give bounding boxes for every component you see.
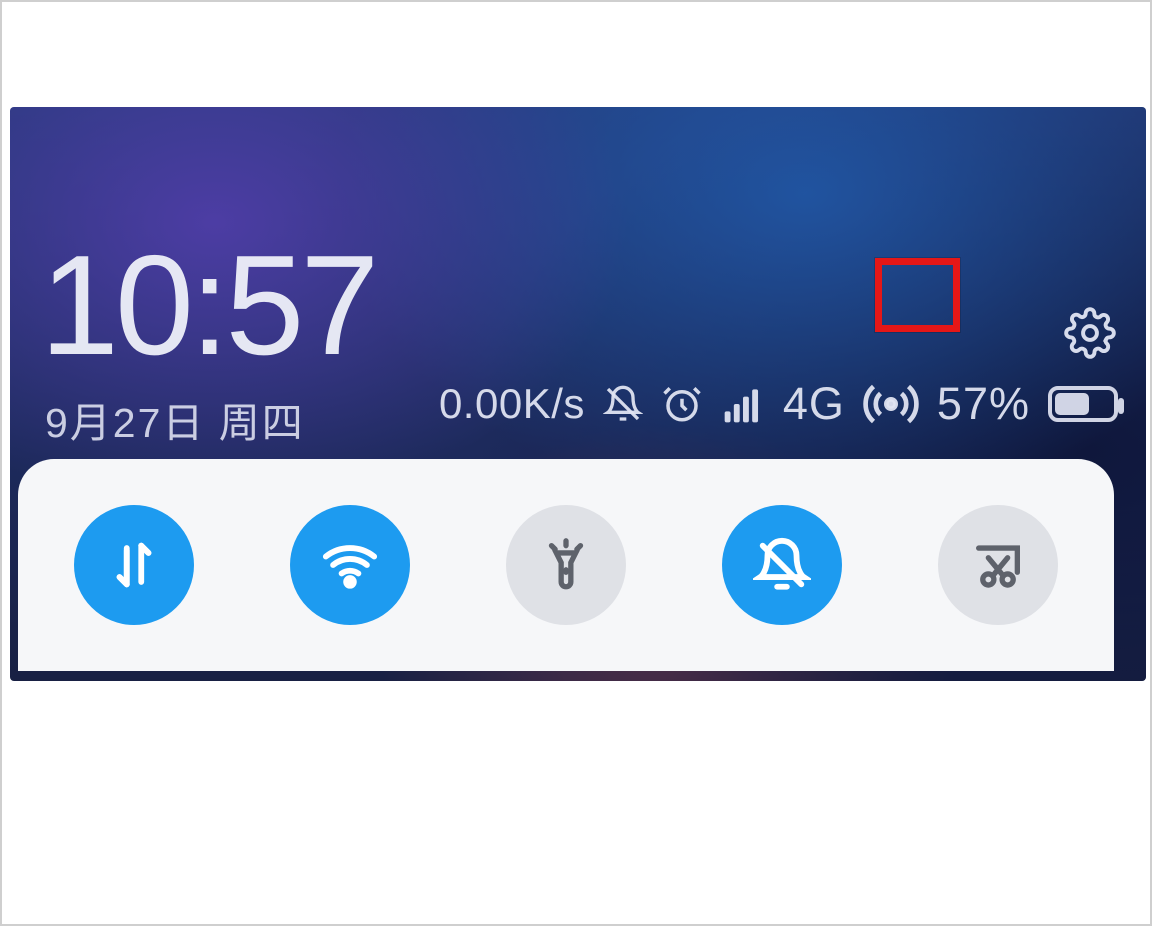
clock-time: 10:57	[40, 235, 375, 377]
screenshot-frame: 10:57 9月27日 周四 0.00K/s	[0, 0, 1152, 926]
scissors-crop-icon	[969, 536, 1027, 594]
quick-settings-panel	[18, 459, 1114, 671]
settings-button[interactable]	[1064, 307, 1116, 364]
gear-icon	[1064, 307, 1116, 359]
bell-slash-icon	[753, 536, 811, 594]
data-arrows-icon	[105, 536, 163, 594]
hotspot-icon	[863, 376, 919, 432]
network-label: 4G	[783, 378, 845, 430]
toggle-flashlight[interactable]	[506, 505, 626, 625]
cellular-signal-icon	[721, 382, 765, 426]
net-speed: 0.00K/s	[439, 380, 585, 428]
annotation-highlight-box	[875, 258, 960, 332]
toggle-screenshot[interactable]	[938, 505, 1058, 625]
battery-percent: 57%	[937, 378, 1030, 430]
clock-date: 9月27日 周四	[45, 389, 305, 449]
toggle-mobile-data[interactable]	[74, 505, 194, 625]
battery-icon	[1048, 386, 1118, 422]
wifi-icon	[321, 536, 379, 594]
flashlight-icon	[537, 536, 595, 594]
mute-icon	[603, 384, 643, 424]
toggle-do-not-disturb[interactable]	[722, 505, 842, 625]
status-bar: 0.00K/s	[439, 376, 1118, 432]
alarm-icon	[661, 383, 703, 425]
notification-shade[interactable]: 10:57 9月27日 周四 0.00K/s	[10, 107, 1146, 681]
toggle-wifi[interactable]	[290, 505, 410, 625]
